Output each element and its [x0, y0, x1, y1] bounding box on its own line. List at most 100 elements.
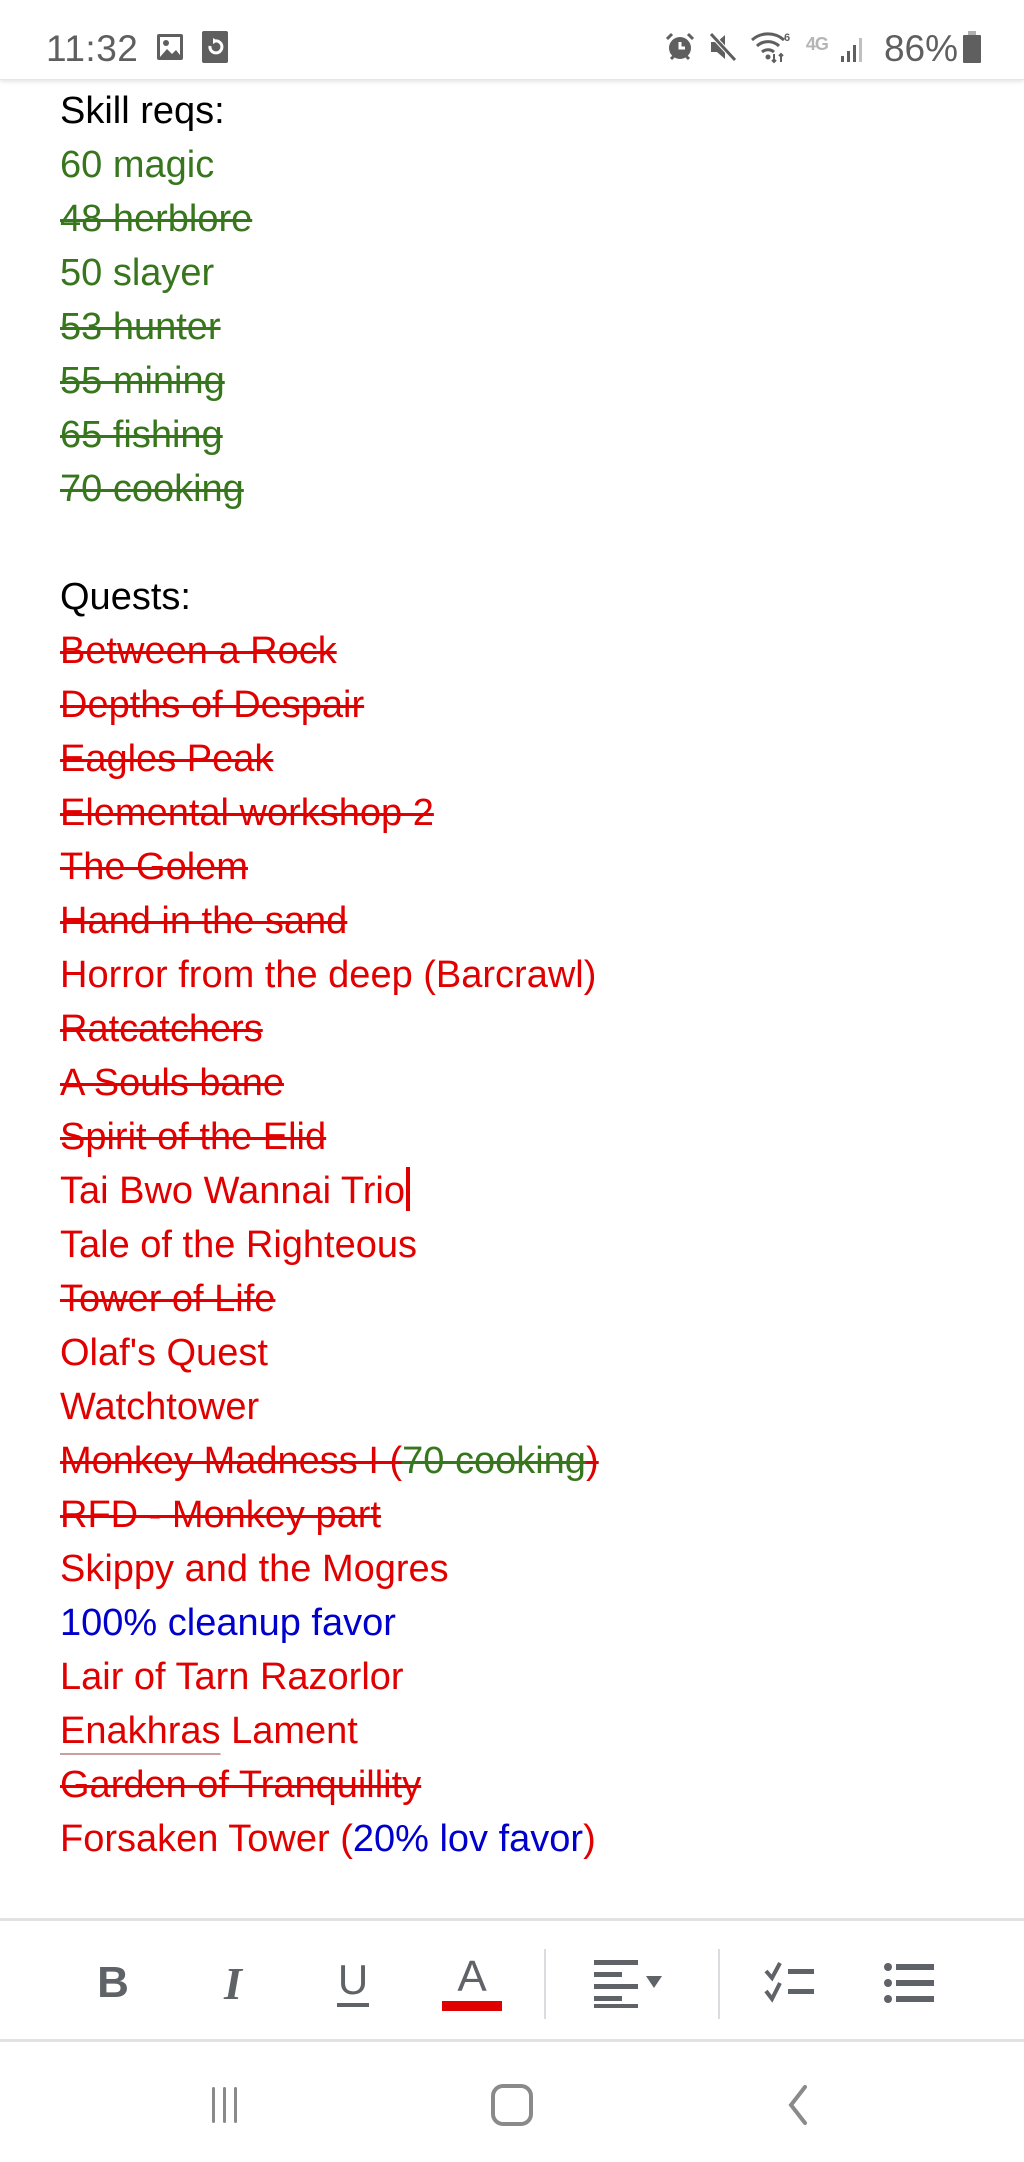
quest-item[interactable]: Elemental workshop 2	[60, 786, 984, 840]
skills-heading[interactable]: Skill reqs:	[60, 84, 984, 138]
quest-item[interactable]: Watchtower	[60, 1380, 984, 1434]
quest-text: Watchtower	[60, 1386, 260, 1428]
status-time: 11:32	[46, 28, 139, 69]
battery-icon	[962, 30, 982, 69]
quest-text: Forsaken Tower (	[60, 1818, 353, 1860]
quest-item[interactable]: Garden of Tranquillity	[60, 1758, 984, 1812]
wifi-badge: 6	[784, 32, 790, 44]
quest-text: Monkey Madness I (	[60, 1440, 403, 1482]
font-color-icon: A	[457, 1952, 487, 2001]
quest-text: Tai Bwo Wannai Trio	[60, 1170, 405, 1212]
italic-button[interactable]: I	[208, 1951, 258, 2015]
back-button[interactable]	[758, 2080, 838, 2130]
blank-line[interactable]	[60, 516, 984, 570]
underline-button[interactable]: U	[328, 1951, 378, 2015]
skill-item[interactable]: 55 mining	[60, 354, 984, 408]
quest-text: Tower of Life	[60, 1278, 276, 1320]
battery-percent: 86%	[883, 28, 958, 69]
quests-list: Between a Rock Depths of Despair Eagles Pe…	[60, 624, 984, 1866]
quest-item[interactable]: Hand in the sand	[60, 894, 984, 948]
quest-favor-note: 20% lov favor	[352, 1818, 584, 1860]
quest-item[interactable]: RFD - Monkey part	[60, 1488, 984, 1542]
quest-item[interactable]: Tower of Life	[60, 1272, 984, 1326]
skill-item[interactable]: 65 fishing	[60, 408, 984, 462]
bullet-list-icon	[884, 1963, 934, 2003]
quest-item[interactable]: Spirit of the Elid	[60, 1110, 984, 1164]
toolbar-separator	[544, 1949, 546, 2019]
skills-list: 60 magic 48 herblore 50 slayer 53 hunter 55 …	[60, 138, 984, 516]
system-nav-bar	[0, 2045, 1024, 2162]
quest-item[interactable]: Between a Rock	[60, 624, 984, 678]
sync-app-icon	[202, 30, 229, 68]
underline-icon: U	[337, 1956, 369, 2003]
quest-text: Skippy and the Mogres	[60, 1548, 449, 1590]
quest-item[interactable]: Enakhras Lament	[60, 1704, 984, 1758]
bold-button[interactable]: B	[88, 1951, 138, 2015]
quest-text: Hand in the sand	[60, 900, 348, 942]
font-color-indicator	[442, 2001, 502, 2011]
quest-text: Spirit of the Elid	[60, 1116, 327, 1158]
4g-lte-icon: 4G	[805, 33, 829, 54]
quest-text: Lament	[220, 1710, 358, 1752]
quest-item[interactable]: Forsaken Tower (20% lov favor)	[60, 1812, 984, 1866]
skill-item[interactable]: 50 slayer	[60, 246, 984, 300]
quest-text: Eagles Peak	[60, 738, 274, 780]
quest-text: )	[583, 1818, 596, 1860]
quest-text: Tale of the Righteous	[60, 1224, 418, 1266]
quest-item[interactable]: Olaf's Quest	[60, 1326, 984, 1380]
quest-text: Garden of Tranquillity	[60, 1764, 422, 1806]
quest-text: Horror from the deep (Barcrawl)	[60, 954, 597, 996]
quest-text: Olaf's Quest	[60, 1332, 268, 1374]
quest-text: Elemental workshop 2	[60, 792, 434, 834]
gallery-icon	[156, 33, 184, 66]
bullet-list-button[interactable]	[880, 1951, 940, 2015]
checklist-icon	[764, 1962, 814, 2003]
font-color-button[interactable]: A	[440, 1951, 504, 2015]
quest-item[interactable]: Eagles Peak	[60, 732, 984, 786]
document-body[interactable]: Skill reqs: 60 magic 48 herblore 50 slayer…	[60, 84, 984, 1866]
quest-text: The Golem	[60, 846, 248, 888]
quest-item[interactable]: Horror from the deep (Barcrawl)	[60, 948, 984, 1002]
formatting-toolbar: B I U A	[0, 1918, 1024, 2042]
alarm-icon	[664, 31, 696, 68]
underline-bar	[337, 2003, 369, 2007]
recent-apps-icon	[212, 2087, 237, 2123]
toolbar-separator	[718, 1949, 720, 2019]
skill-item[interactable]: 60 magic	[60, 138, 984, 192]
home-icon	[491, 2084, 533, 2126]
quest-text: Lair of Tarn Razorlor	[60, 1656, 404, 1698]
mute-icon	[708, 31, 738, 68]
quests-heading[interactable]: Quests:	[60, 570, 984, 624]
quest-item[interactable]: Tale of the Righteous	[60, 1218, 984, 1272]
skill-item[interactable]: 70 cooking	[60, 462, 984, 516]
quest-item[interactable]: 100% cleanup favor	[60, 1596, 984, 1650]
status-bar: 11:32 6 4G 86%	[0, 0, 1024, 80]
quest-text: Between a Rock	[60, 630, 337, 672]
quest-item[interactable]: Monkey Madness I (70 cooking)	[60, 1434, 984, 1488]
quest-skill-note: 70 cooking	[402, 1440, 586, 1482]
quest-item[interactable]: A Souls bane	[60, 1056, 984, 1110]
quest-item[interactable]: The Golem	[60, 840, 984, 894]
align-dropdown[interactable]	[590, 1951, 680, 2015]
checklist-button[interactable]	[760, 1951, 820, 2015]
signal-icon	[840, 32, 866, 67]
skill-item[interactable]: 48 herblore	[60, 192, 984, 246]
skill-item[interactable]: 53 hunter	[60, 300, 984, 354]
back-icon	[788, 2085, 807, 2125]
wifi-icon: 6	[750, 30, 794, 69]
quest-item[interactable]: Lair of Tarn Razorlor	[60, 1650, 984, 1704]
quest-item[interactable]: Tai Bwo Wannai Trio	[60, 1164, 984, 1218]
quest-text: A Souls bane	[60, 1062, 284, 1104]
quest-text: RFD - Monkey part	[60, 1494, 381, 1536]
bold-icon: B	[97, 1958, 129, 2007]
quest-text: Depths of Despair	[60, 684, 365, 726]
misspelled-word: Enakhras	[60, 1710, 221, 1752]
home-button[interactable]	[472, 2080, 552, 2130]
recent-apps-button[interactable]	[185, 2080, 265, 2130]
quest-item[interactable]: Ratcatchers	[60, 1002, 984, 1056]
quest-item[interactable]: Skippy and the Mogres	[60, 1542, 984, 1596]
quest-text: Ratcatchers	[60, 1008, 263, 1050]
quest-item[interactable]: Depths of Despair	[60, 678, 984, 732]
quest-text: 100% cleanup favor	[60, 1602, 396, 1644]
italic-icon: I	[224, 1957, 242, 2009]
